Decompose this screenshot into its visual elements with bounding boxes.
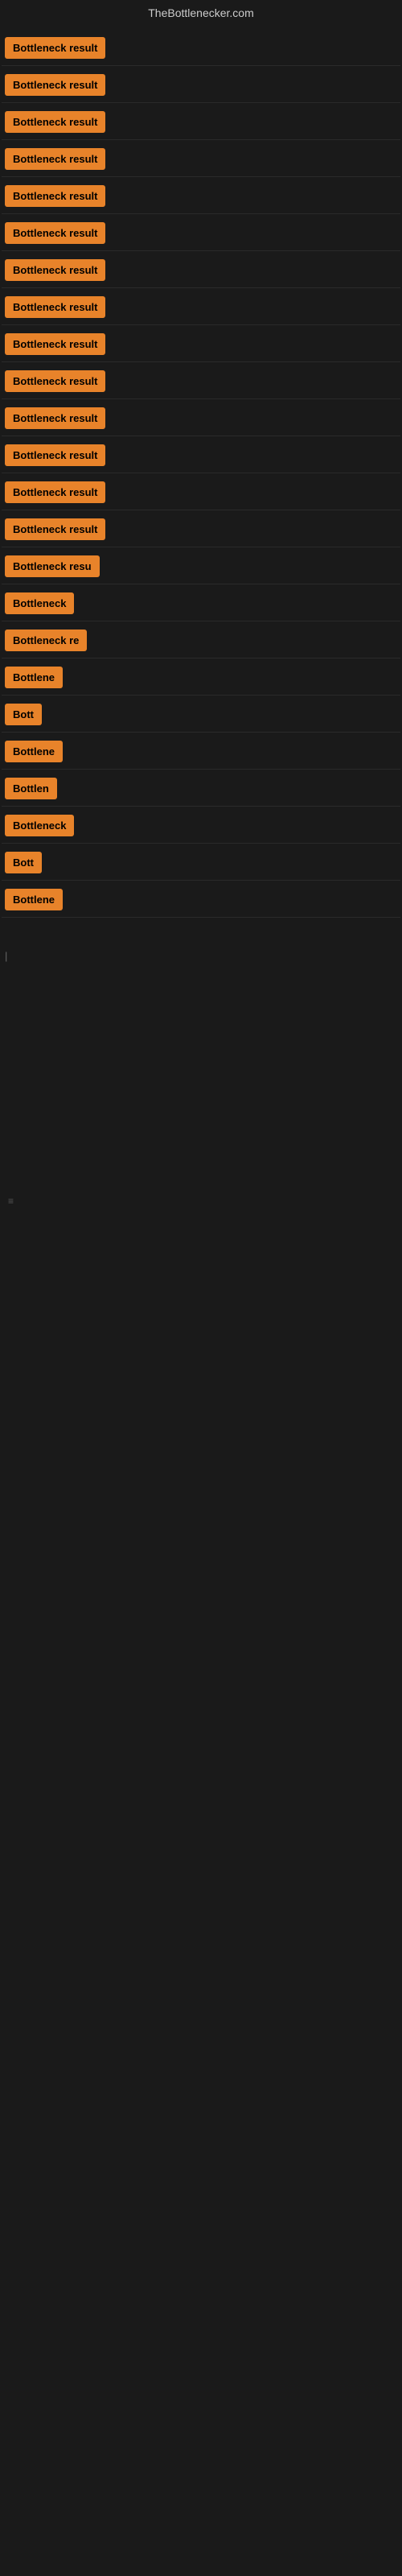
bottleneck-item: Bottleneck re: [2, 621, 400, 658]
bottleneck-item: Bottleneck result: [2, 473, 400, 510]
bottleneck-badge[interactable]: Bottleneck result: [5, 74, 105, 96]
bottleneck-item: Bottleneck result: [2, 214, 400, 251]
bottleneck-item: Bottleneck result: [2, 399, 400, 436]
bottleneck-badge[interactable]: Bott: [5, 852, 42, 873]
bottleneck-item: Bottleneck resu: [2, 547, 400, 584]
bottleneck-item: Bottleneck result: [2, 140, 400, 177]
bottleneck-badge[interactable]: Bottleneck result: [5, 37, 105, 59]
bottleneck-item: Bottlene: [2, 733, 400, 770]
footer-section: ≡: [0, 1026, 402, 1215]
bottleneck-badge[interactable]: Bottleneck result: [5, 481, 105, 503]
small-indicator-area: |: [0, 950, 402, 962]
bottleneck-item: Bott: [2, 696, 400, 733]
bottleneck-badge[interactable]: Bottlene: [5, 741, 63, 762]
bottleneck-badge[interactable]: Bottleneck resu: [5, 555, 100, 577]
bottleneck-badge[interactable]: Bottleneck result: [5, 518, 105, 540]
bottleneck-badge[interactable]: Bottleneck re: [5, 630, 87, 651]
bottleneck-badge[interactable]: Bottleneck result: [5, 296, 105, 318]
bottleneck-badge[interactable]: Bottlene: [5, 889, 63, 910]
bottleneck-badge[interactable]: Bottleneck result: [5, 444, 105, 466]
bottleneck-badge[interactable]: Bott: [5, 704, 42, 725]
bottleneck-item: Bottleneck result: [2, 29, 400, 66]
bottleneck-badge[interactable]: Bottlene: [5, 667, 63, 688]
bottleneck-badge[interactable]: Bottleneck: [5, 592, 74, 614]
bottleneck-badge[interactable]: Bottleneck result: [5, 222, 105, 244]
bottleneck-item: Bottleneck result: [2, 362, 400, 399]
bottleneck-item: Bottleneck: [2, 807, 400, 844]
site-header: TheBottlenecker.com: [0, 0, 402, 29]
bottleneck-item: Bott: [2, 844, 400, 881]
footer-icon: ≡: [8, 1195, 14, 1207]
bottleneck-badge[interactable]: Bottleneck result: [5, 370, 105, 392]
site-title: TheBottlenecker.com: [148, 6, 254, 19]
pipe-indicator: |: [5, 950, 7, 962]
bottleneck-item: Bottleneck result: [2, 251, 400, 288]
bottleneck-item: Bottleneck result: [2, 177, 400, 214]
bottleneck-item: Bottleneck result: [2, 325, 400, 362]
items-container: Bottleneck result Bottleneck result Bottle…: [0, 29, 402, 918]
bottleneck-item: Bottleneck result: [2, 103, 400, 140]
bottleneck-badge[interactable]: Bottleneck result: [5, 148, 105, 170]
bottleneck-item: Bottleneck result: [2, 510, 400, 547]
bottleneck-item: Bottlene: [2, 658, 400, 696]
bottleneck-badge[interactable]: Bottleneck result: [5, 185, 105, 207]
bottleneck-badge[interactable]: Bottleneck result: [5, 111, 105, 133]
bottleneck-item: Bottlen: [2, 770, 400, 807]
bottleneck-item: Bottleneck: [2, 584, 400, 621]
bottleneck-badge[interactable]: Bottleneck: [5, 815, 74, 836]
bottleneck-item: Bottlene: [2, 881, 400, 918]
bottleneck-badge[interactable]: Bottleneck result: [5, 333, 105, 355]
bottleneck-badge[interactable]: Bottlen: [5, 778, 57, 799]
bottleneck-badge[interactable]: Bottleneck result: [5, 407, 105, 429]
bottleneck-item: Bottleneck result: [2, 288, 400, 325]
bottleneck-badge[interactable]: Bottleneck result: [5, 259, 105, 281]
bottleneck-item: Bottleneck result: [2, 66, 400, 103]
bottleneck-item: Bottleneck result: [2, 436, 400, 473]
